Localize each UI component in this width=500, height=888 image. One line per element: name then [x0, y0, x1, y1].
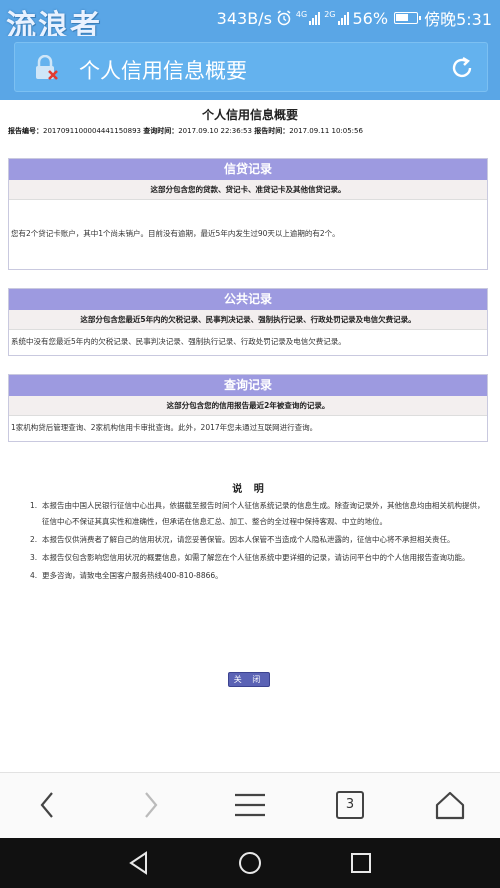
- report-title: 个人信用信息概要: [201, 108, 298, 122]
- notes-list: 1. 本报告由中国人民银行征信中心出具，依据截至报告时间个人征信系统记录的信息生…: [30, 498, 490, 586]
- alarm-icon: [277, 10, 291, 26]
- close-button[interactable]: 关 闭: [228, 672, 270, 687]
- section-query-subtitle: 这部分包含您的信用报告最近2年被查询的记录。: [9, 396, 487, 416]
- status-right: 343B/s 4G 2G 56% 傍晚5:31: [217, 6, 492, 30]
- section-query-body: 1家机构贷后管理查询、2家机构信用卡审批查询。此外，2017年您未通过互联网进行…: [11, 423, 318, 432]
- network-speed: 343B/s: [216, 8, 272, 28]
- report-meta: 报告编号：2017091100004441150893 查询时间：2017.09…: [8, 127, 363, 135]
- report-number: 2017091100004441150893: [43, 127, 141, 135]
- report-time: 2017.09.11 10:05:56: [289, 127, 363, 135]
- menu-icon[interactable]: [232, 787, 268, 823]
- clock: 傍晚5:31: [424, 10, 492, 29]
- back-icon[interactable]: [30, 787, 66, 823]
- note-item: 3. 本报告仅包含影响您信用状况的概要信息，如需了解您在个人征信系统中更详细的记…: [30, 553, 470, 562]
- browser-toolbar: 3: [0, 772, 500, 838]
- status-bar: 流浪者 343B/s 4G 2G 56% 傍晚5:31: [0, 0, 500, 44]
- section-public-body: 系统中没有您最近5年内的欠税记录、民事判决记录、强制执行记录、行政处罚记录及电信…: [11, 337, 346, 346]
- section-public-subtitle: 这部分包含您最近5年内的欠税记录、民事判决记录、强制执行记录、行政处罚记录及电信…: [9, 310, 487, 330]
- signal-icon-2: 2G: [324, 11, 349, 25]
- forward-icon[interactable]: [132, 787, 168, 823]
- refresh-icon[interactable]: [449, 55, 475, 81]
- section-query-title: 查询记录: [9, 375, 487, 396]
- home-icon[interactable]: [432, 787, 468, 823]
- signal-icon-1: 4G: [296, 11, 321, 25]
- section-credit-subtitle: 这部分包含您的贷款、贷记卡、准贷记卡及其他信贷记录。: [9, 180, 487, 200]
- battery-percent: 56%: [352, 8, 389, 28]
- nav-recents-icon[interactable]: [348, 850, 374, 876]
- note-item: 4. 更多咨询，请致电全国客户服务热线400-810-8866。: [30, 571, 223, 580]
- section-public: 公共记录 这部分包含您最近5年内的欠税记录、民事判决记录、强制执行记录、行政处罚…: [8, 288, 488, 356]
- section-public-title: 公共记录: [9, 289, 487, 310]
- battery-icon: [394, 12, 422, 24]
- insecure-lock-icon: [36, 55, 58, 80]
- header-bar: 个人信用信息概要: [14, 42, 488, 92]
- app-header: 个人信用信息概要: [0, 36, 500, 100]
- tabs-button[interactable]: 3: [336, 791, 364, 819]
- query-time: 2017.09.10 22:36:53: [178, 127, 252, 135]
- section-query: 查询记录 这部分包含您的信用报告最近2年被查询的记录。 1家机构贷后管理查询、2…: [8, 374, 488, 442]
- note-item: 1. 本报告由中国人民银行征信中心出具，依据截至报告时间个人征信系统记录的信息生…: [30, 501, 485, 526]
- page-title: 个人信用信息概要: [79, 59, 247, 83]
- section-credit-body: 您有2个贷记卡账户，其中1个尚未销户。目前没有逾期，最近5年内发生过90天以上逾…: [11, 229, 340, 238]
- section-credit-title: 信贷记录: [9, 159, 487, 180]
- nav-back-icon[interactable]: [126, 850, 152, 876]
- note-item: 2. 本报告仅供消费者了解自己的信用状况，请您妥善保管。因本人保管不当造成个人隐…: [30, 535, 455, 544]
- section-credit: 信贷记录 这部分包含您的贷款、贷记卡、准贷记卡及其他信贷记录。 您有2个贷记卡账…: [8, 158, 488, 270]
- notes-title: 说 明: [232, 484, 268, 495]
- report-content: 个人信用信息概要 报告编号：2017091100004441150893 查询时…: [0, 100, 500, 772]
- nav-home-icon[interactable]: [237, 850, 263, 876]
- system-nav-bar: [0, 838, 500, 888]
